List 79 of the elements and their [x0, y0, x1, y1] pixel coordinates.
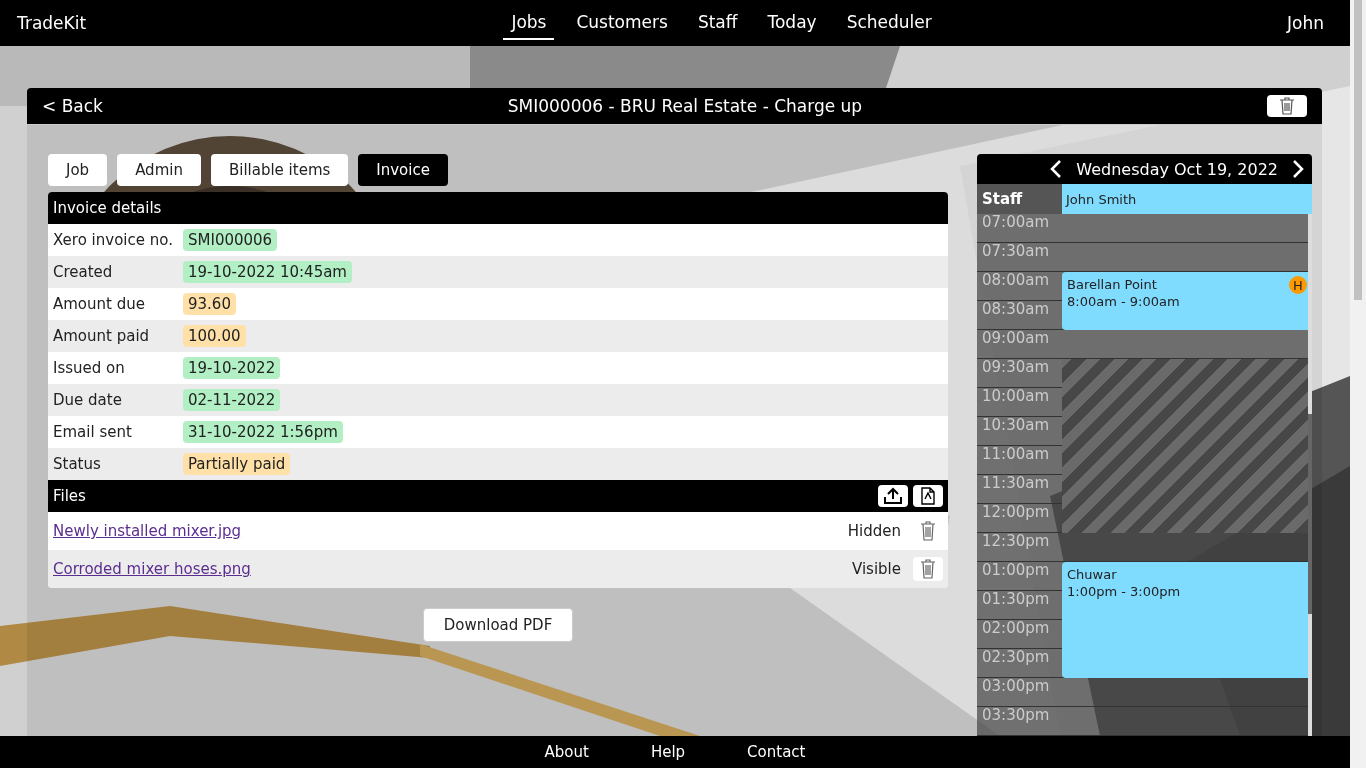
- field-value: Partially paid: [183, 453, 291, 475]
- nav-link[interactable]: Today: [759, 6, 825, 40]
- time-label: 12:30pm: [981, 533, 1051, 549]
- event-badge: H: [1289, 276, 1307, 294]
- upload-button[interactable]: [878, 485, 908, 507]
- calendar-date: Wednesday Oct 19, 2022: [1076, 159, 1278, 179]
- trash-icon: [1279, 97, 1295, 115]
- field-label: Xero invoice no.: [53, 231, 174, 249]
- visibility-label: Visible: [852, 560, 901, 578]
- visibility-label: Hidden: [847, 522, 901, 540]
- footer-link[interactable]: Help: [650, 743, 686, 761]
- field-value: 31-10-2022 1:56pm: [183, 421, 343, 443]
- file-link[interactable]: Newly installed mixer.jpg: [53, 522, 848, 540]
- brand-name[interactable]: TradeKit: [17, 13, 87, 33]
- section-title: Invoice details: [53, 199, 162, 217]
- time-label: 11:00am: [981, 446, 1051, 462]
- download-pdf-button[interactable]: Download PDF: [422, 608, 574, 642]
- delete-button[interactable]: [1267, 95, 1307, 117]
- time-label: 02:00pm: [981, 620, 1051, 636]
- footer-link[interactable]: About: [544, 743, 589, 761]
- back-link[interactable]: < Back: [42, 96, 103, 116]
- time-label: 07:00am: [981, 214, 1051, 230]
- time-label: 08:00am: [981, 272, 1051, 288]
- field-value: 19-10-2022 10:45am: [183, 261, 352, 283]
- time-label: 10:00am: [981, 388, 1051, 404]
- chevron-left-icon: [1050, 160, 1063, 178]
- field-value: 02-11-2022: [183, 389, 281, 411]
- event-time: 1:00pm - 3:00pm: [1067, 584, 1181, 599]
- calendar-event[interactable]: Barellan Point 8:00am - 9:00am H: [1062, 272, 1308, 330]
- time-label: 07:30am: [981, 243, 1051, 259]
- document-icon: [920, 487, 936, 505]
- calendar-event[interactable]: Chuwar 1:00pm - 3:00pm: [1062, 562, 1308, 678]
- nav-link[interactable]: Scheduler: [838, 6, 940, 40]
- time-label: 11:30am: [981, 475, 1051, 491]
- time-label: 01:30pm: [981, 591, 1051, 607]
- field-value: SMI000006: [183, 229, 278, 251]
- field-label: Created: [53, 263, 114, 281]
- field-label: Amount paid: [53, 327, 151, 345]
- tab[interactable]: Admin: [117, 154, 201, 186]
- time-label: 08:30am: [981, 301, 1051, 317]
- trash-icon: [920, 559, 936, 579]
- chevron-right-icon: [1292, 160, 1304, 178]
- user-name[interactable]: John: [1287, 13, 1324, 33]
- time-label: 03:30pm: [981, 707, 1051, 723]
- time-label: 12:00pm: [981, 504, 1051, 520]
- field-value: 100.00: [183, 325, 246, 347]
- staff-name: John Smith: [1062, 184, 1312, 214]
- nav-link[interactable]: Customers: [568, 6, 676, 40]
- field-value: 93.60: [183, 293, 236, 315]
- delete-file-button[interactable]: [913, 557, 943, 581]
- field-label: Amount due: [53, 295, 146, 313]
- field-label: Status: [53, 455, 102, 473]
- tab[interactable]: Invoice: [358, 154, 448, 186]
- time-label: 09:00am: [981, 330, 1051, 346]
- time-label: 02:30pm: [981, 649, 1051, 665]
- time-label: 10:30am: [981, 417, 1051, 433]
- upload-icon: [883, 487, 903, 505]
- field-value: 19-10-2022: [183, 357, 281, 379]
- job-title: SMI000006 - BRU Real Estate - Charge up: [507, 96, 863, 116]
- trash-icon: [920, 521, 936, 541]
- time-label: 03:00pm: [981, 678, 1051, 694]
- field-label: Email sent: [53, 423, 133, 441]
- scrollbar[interactable]: [1350, 0, 1366, 768]
- pdf-button[interactable]: [913, 485, 943, 507]
- footer-link[interactable]: Contact: [747, 743, 806, 761]
- tab[interactable]: Job: [48, 154, 108, 186]
- time-label: 09:30am: [981, 359, 1051, 375]
- nav-link[interactable]: Staff: [689, 6, 746, 40]
- event-title: Chuwar: [1067, 567, 1117, 582]
- staff-column-header: Staff: [977, 184, 1062, 214]
- field-label: Due date: [53, 391, 123, 409]
- time-label: 01:00pm: [981, 562, 1051, 578]
- field-label: Issued on: [53, 359, 126, 377]
- section-title: Files: [53, 487, 86, 505]
- event-title: Barellan Point: [1067, 277, 1157, 292]
- file-link[interactable]: Corroded mixer hoses.png: [53, 560, 852, 578]
- nav-link[interactable]: Jobs: [503, 6, 555, 40]
- tab[interactable]: Billable items: [210, 154, 349, 186]
- event-time: 8:00am - 9:00am: [1067, 294, 1180, 309]
